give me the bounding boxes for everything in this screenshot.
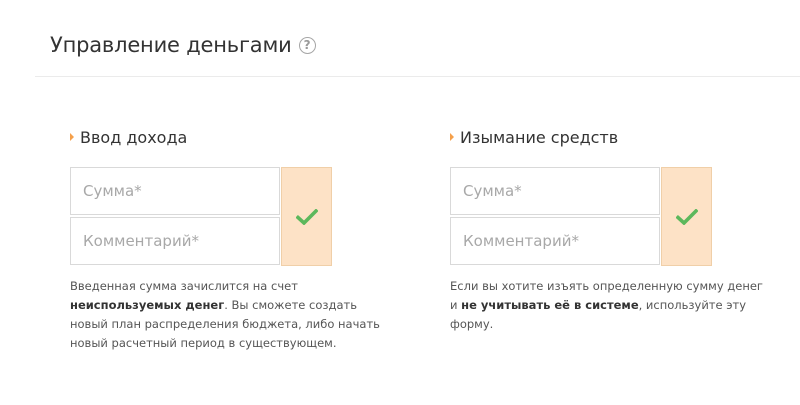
withdrawal-note-bold: не учитывать её в системе	[461, 298, 639, 312]
check-icon	[675, 208, 698, 225]
withdrawal-panel: Изымание средств Если вы хотите изъять о…	[450, 127, 770, 334]
income-note-bold: неиспользуемых денег	[70, 298, 225, 312]
withdrawal-panel-title: Изымание средств	[460, 127, 619, 147]
withdrawal-note: Если вы хотите изъять определенную сумму…	[450, 277, 770, 334]
income-panel-title: Ввод дохода	[80, 127, 188, 147]
income-note-text: Введенная сумма зачислится на счет	[70, 279, 298, 293]
income-amount-field	[70, 167, 280, 215]
income-note: Введенная сумма зачислится на счет неисп…	[70, 277, 390, 353]
withdrawal-amount-input[interactable]	[451, 168, 659, 214]
income-panel-header: Ввод дохода	[70, 127, 390, 147]
withdrawal-form	[450, 167, 712, 266]
withdrawal-comment-input[interactable]	[451, 218, 659, 264]
income-form	[70, 167, 332, 266]
header-divider	[35, 76, 800, 77]
check-icon	[295, 208, 318, 225]
withdrawal-submit-button[interactable]	[661, 167, 712, 266]
income-submit-button[interactable]	[281, 167, 332, 266]
withdrawal-comment-field	[450, 217, 660, 265]
withdrawal-panel-header: Изымание средств	[450, 127, 770, 147]
money-management-page: Управление деньгами ? Ввод дохода Сумма*…	[0, 0, 800, 405]
orange-triangle-bullet-icon	[450, 133, 454, 141]
income-panel: Ввод дохода Введенная сумма зачислится н…	[70, 127, 390, 353]
orange-triangle-bullet-icon	[70, 133, 74, 141]
help-icon[interactable]: ?	[298, 36, 316, 54]
income-comment-field	[70, 217, 280, 265]
income-amount-input[interactable]	[71, 168, 279, 214]
page-title: Управление деньгами	[50, 33, 292, 57]
withdrawal-amount-field	[450, 167, 660, 215]
page-header: Управление деньгами ?	[50, 30, 316, 60]
income-comment-input[interactable]	[71, 218, 279, 264]
